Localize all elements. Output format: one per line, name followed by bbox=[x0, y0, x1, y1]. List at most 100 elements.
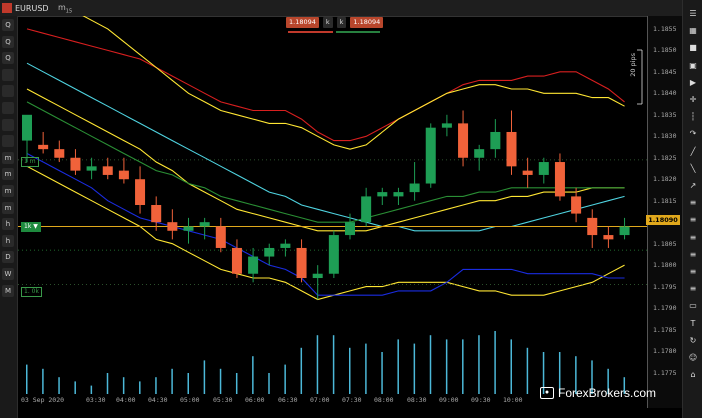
y-tick-label: 1.1780 bbox=[653, 347, 677, 356]
candle-body bbox=[86, 166, 97, 171]
drawing-tool-icon[interactable]: ≡ bbox=[687, 266, 699, 278]
left-tool-button[interactable] bbox=[2, 68, 14, 81]
left-tool-button[interactable]: m bbox=[2, 151, 14, 164]
right-toolbar: ☰ ▦ ■ ▣ ▶ ✛ ┆ ↷ ╱ ╲ ↗ ≡ ≡ ≡ ≡ ≡ ≡ ▭ T ↻ ☺ ⌂ bbox=[682, 0, 702, 418]
candle-body bbox=[167, 222, 178, 231]
left-tool-button[interactable] bbox=[2, 85, 14, 98]
drawing-tool-icon[interactable]: ≡ bbox=[687, 214, 699, 226]
drawing-tool-icon[interactable]: ▦ bbox=[687, 25, 699, 37]
sell-qty[interactable]: k bbox=[322, 17, 333, 28]
volume-bar bbox=[478, 335, 480, 394]
candle-body bbox=[619, 226, 630, 236]
chart-title-bar: EURUSD m15 bbox=[0, 0, 702, 17]
left-tool-button[interactable]: Q bbox=[2, 35, 14, 48]
drawing-tool-icon[interactable]: ☰ bbox=[687, 8, 699, 20]
volume-bar bbox=[74, 381, 76, 394]
x-tick-label: 09:30 bbox=[471, 396, 491, 404]
watermark: ● ForexBrokers.com bbox=[540, 386, 656, 400]
left-tool-button[interactable]: m bbox=[2, 168, 14, 181]
indicator-line bbox=[26, 153, 625, 296]
candle-body bbox=[264, 247, 275, 257]
chart-icon bbox=[2, 3, 12, 13]
volume-bar bbox=[381, 352, 383, 394]
left-tool-button[interactable] bbox=[2, 118, 14, 131]
buy-qty[interactable]: k bbox=[336, 17, 347, 28]
y-tick-label: 1.1790 bbox=[653, 304, 677, 313]
left-tool-button[interactable]: M bbox=[2, 284, 14, 297]
drawing-tool-icon[interactable]: ▶ bbox=[687, 77, 699, 89]
left-toolbar: QQQmmmmhhDWM bbox=[0, 16, 18, 418]
drawing-tool-icon[interactable]: ≡ bbox=[687, 249, 699, 261]
x-tick-label: 08:30 bbox=[407, 396, 427, 404]
left-tool-button[interactable] bbox=[2, 135, 14, 148]
drawing-tool-icon[interactable]: ▣ bbox=[687, 60, 699, 72]
chart-area[interactable]: 03 Sep 2020 03:30 04:00 04:30 05:00 05:30 06:0… bbox=[18, 0, 647, 408]
left-tool-button[interactable]: D bbox=[2, 251, 14, 264]
volume-bar bbox=[349, 347, 351, 394]
volume-bar bbox=[268, 373, 270, 394]
candle-body bbox=[102, 166, 113, 175]
left-tool-button[interactable]: m bbox=[2, 201, 14, 214]
y-tick-label: 1.1855 bbox=[653, 24, 677, 33]
drawing-tool-icon[interactable]: ┆ bbox=[687, 111, 699, 123]
candle-body bbox=[215, 226, 226, 248]
x-tick-label: 05:00 bbox=[180, 396, 200, 404]
drawing-tool-icon[interactable]: ⌂ bbox=[687, 369, 699, 381]
volume-bar bbox=[429, 335, 432, 394]
x-tick-label: 05:30 bbox=[213, 396, 233, 404]
left-tool-button[interactable]: h bbox=[2, 218, 14, 231]
left-tool-button[interactable]: Q bbox=[2, 52, 14, 65]
candle-body bbox=[328, 235, 339, 274]
x-tick-label: 10:00 bbox=[503, 396, 523, 404]
level-label-trade[interactable]: 1k ▼ bbox=[21, 222, 41, 232]
left-tool-button[interactable]: Q bbox=[2, 19, 14, 31]
candle-body bbox=[458, 123, 469, 158]
sell-button[interactable]: 1.18094 bbox=[286, 17, 319, 28]
drawing-tool-icon[interactable]: ≡ bbox=[687, 197, 699, 209]
left-tool-button[interactable] bbox=[2, 102, 14, 114]
indicator-line bbox=[26, 28, 625, 142]
drawing-tool-icon[interactable]: ↻ bbox=[687, 335, 699, 347]
lock-icon: ● bbox=[540, 387, 554, 399]
volume-bar bbox=[26, 364, 28, 394]
left-tool-button[interactable]: m bbox=[2, 185, 14, 197]
volume-bar bbox=[462, 339, 464, 394]
indicator-line bbox=[29, 0, 625, 150]
candle-body bbox=[183, 226, 194, 231]
y-tick-label: 1.1795 bbox=[653, 282, 677, 291]
buy-button[interactable]: 1.18094 bbox=[350, 17, 384, 28]
level-label-upper[interactable]: 1 m bbox=[21, 157, 39, 167]
pips-ruler-label: 20 pips bbox=[629, 53, 637, 77]
candle-body bbox=[312, 273, 323, 279]
price-axis[interactable]: 1.1855 1.1850 1.1845 1.1840 1.1835 1.1830 1.18… bbox=[647, 16, 682, 408]
drawing-tool-icon[interactable]: ☺ bbox=[687, 352, 699, 364]
candle-body bbox=[22, 114, 32, 141]
left-tool-button[interactable]: h bbox=[2, 234, 14, 247]
timeframe-selector[interactable]: m15 bbox=[58, 3, 72, 15]
volume-bar bbox=[155, 377, 157, 394]
candle-body bbox=[135, 179, 146, 205]
drawing-tool-icon[interactable]: ≡ bbox=[687, 283, 699, 295]
y-tick-label: 1.1825 bbox=[653, 153, 677, 162]
volume-bar bbox=[365, 343, 367, 394]
drawing-tool-icon[interactable]: ╱ bbox=[687, 146, 699, 158]
left-tool-button[interactable]: W bbox=[2, 268, 14, 280]
timeframe-label: m bbox=[58, 3, 66, 12]
drawing-tool-icon[interactable]: ↷ bbox=[687, 128, 699, 140]
drawing-tool-icon[interactable]: T bbox=[687, 318, 699, 330]
candle-body bbox=[393, 192, 404, 197]
volume-bar bbox=[171, 368, 173, 394]
drawing-tool-icon[interactable]: ▭ bbox=[687, 300, 699, 312]
drawing-tool-icon[interactable]: ↗ bbox=[687, 180, 699, 192]
candle-body bbox=[377, 192, 388, 197]
drawing-tool-icon[interactable]: ■ bbox=[687, 42, 699, 54]
drawing-tool-icon[interactable]: ╲ bbox=[687, 163, 699, 175]
level-label-lower[interactable]: 1. 0k bbox=[21, 287, 42, 297]
volume-bar bbox=[332, 335, 335, 394]
x-tick-label: 03 Sep 2020 bbox=[21, 396, 65, 404]
drawing-tool-icon[interactable]: ✛ bbox=[687, 94, 699, 106]
symbol-selector[interactable]: EURUSD bbox=[2, 2, 49, 14]
drawing-tool-icon[interactable]: ≡ bbox=[687, 232, 699, 244]
candle-body bbox=[425, 127, 436, 184]
volume-bar bbox=[187, 373, 189, 394]
